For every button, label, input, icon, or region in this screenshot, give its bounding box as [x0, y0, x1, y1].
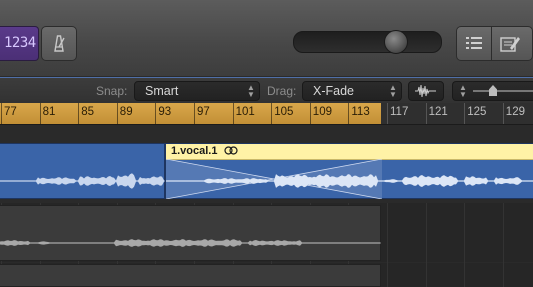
snap-popup[interactable]: Smart ▲ ▼ — [134, 81, 260, 101]
metronome-icon — [54, 35, 65, 52]
horizontal-zoom-slider[interactable]: ▲ ▼ — [452, 81, 533, 101]
audio-region-track2[interactable] — [0, 205, 381, 261]
grid-line — [502, 203, 504, 287]
note-pad-icon — [500, 37, 520, 52]
zoom-track — [473, 90, 533, 92]
grid-line — [464, 203, 466, 287]
waveform — [0, 239, 381, 247]
audio-region-vocal[interactable]: 1.vocal.1 — [165, 143, 533, 199]
waveform-zoom-button[interactable] — [408, 81, 444, 101]
list-editors-button[interactable] — [456, 26, 492, 61]
drag-value: X-Fade — [313, 84, 354, 98]
metronome-button[interactable] — [41, 26, 77, 61]
region-name: 1.vocal.1 — [171, 145, 218, 157]
grid-line — [387, 203, 388, 287]
drag-popup[interactable]: X-Fade ▲ ▼ — [302, 81, 402, 101]
bar-ruler[interactable]: 77 81 85 89 93 97 101 105 109 113 117 121 125 129 — [0, 103, 533, 125]
tracks-toolbar: Snap: Smart ▲ ▼ Drag: X-Fade ▲ ▼ ▲ ▼ — [0, 77, 533, 103]
waveform — [166, 159, 533, 199]
master-volume-knob[interactable] — [384, 30, 408, 54]
master-volume-slider[interactable] — [293, 31, 442, 53]
region-header[interactable]: 1.vocal.1 — [166, 144, 533, 160]
popup-arrows-icon: ▲ ▼ — [389, 83, 397, 99]
lcd-text: 1234 — [4, 35, 36, 51]
zoom-thumb[interactable] — [489, 85, 497, 96]
note-pad-button[interactable] — [491, 26, 533, 61]
waveform-zoom-icon — [415, 84, 436, 98]
list-editors-icon — [466, 37, 482, 49]
audio-region-track3[interactable] — [0, 264, 381, 287]
lcd-display[interactable]: 1234 — [0, 26, 39, 61]
snap-value: Smart — [145, 84, 179, 98]
loop-icon — [224, 146, 238, 155]
snap-label: Snap: — [96, 84, 128, 98]
waveform — [0, 173, 165, 189]
grid-line — [425, 203, 427, 287]
audio-region-left[interactable] — [0, 143, 165, 199]
stepper-icon: ▲ ▼ — [459, 83, 467, 99]
drag-label: Drag: — [267, 84, 297, 98]
control-bar: 1234 — [0, 0, 533, 77]
popup-arrows-icon: ▲ ▼ — [247, 83, 255, 99]
